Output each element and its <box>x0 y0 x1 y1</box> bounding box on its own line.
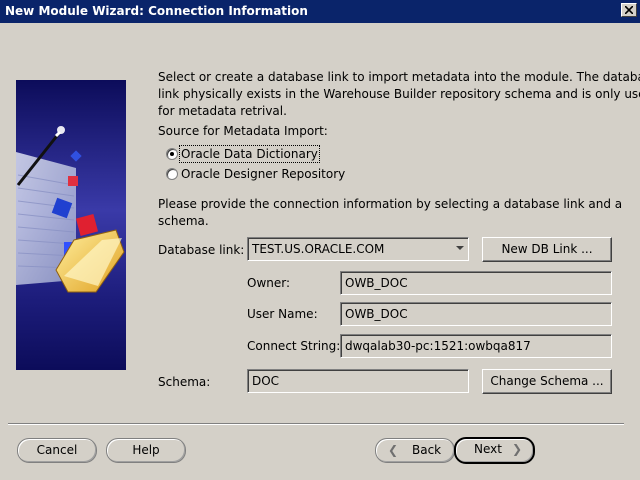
owner-field: OWB_DOC <box>340 271 612 295</box>
back-label: Back <box>412 443 442 457</box>
owner-label: Owner: <box>247 276 291 290</box>
description-line: link physically exists in the Warehouse … <box>158 87 640 101</box>
connect-string-label: Connect String: <box>247 339 341 353</box>
wizard-artwork <box>16 80 126 370</box>
back-button[interactable]: ❮ Back <box>375 438 455 463</box>
title-bar: New Module Wizard: Connection Informatio… <box>0 0 640 23</box>
radio-label: Oracle Data Dictionary <box>179 145 320 163</box>
chevron-right-icon: ❯ <box>512 442 523 456</box>
description-line: Select or create a database link to impo… <box>158 70 640 84</box>
change-schema-button[interactable]: Change Schema ... <box>482 369 612 394</box>
instruction-line: schema. <box>158 214 209 228</box>
next-label: Next <box>474 442 502 456</box>
description-line: for metadata retrival. <box>158 104 287 118</box>
wizard-description: Select or create a database link to impo… <box>158 69 640 120</box>
new-db-link-button[interactable]: New DB Link ... <box>482 237 612 262</box>
radio-button[interactable] <box>166 168 178 180</box>
user-name-label: User Name: <box>247 307 318 321</box>
source-label: Source for Metadata Import: <box>158 124 328 138</box>
window-title: New Module Wizard: Connection Informatio… <box>5 4 308 18</box>
schema-field[interactable]: DOC <box>247 369 469 393</box>
cancel-button[interactable]: Cancel <box>17 438 97 463</box>
chevron-left-icon: ❮ <box>388 443 399 457</box>
next-button[interactable]: Next ❯ <box>454 437 535 464</box>
instruction-line: Please provide the connection informatio… <box>158 197 623 211</box>
user-name-field: OWB_DOC <box>340 302 612 326</box>
close-icon <box>625 6 633 14</box>
database-link-value: TEST.US.ORACLE.COM <box>252 242 385 256</box>
radio-button[interactable] <box>166 148 178 160</box>
radio-label: Oracle Designer Repository <box>181 167 346 181</box>
database-link-label: Database link: <box>158 243 245 257</box>
chevron-down-icon[interactable] <box>456 246 464 250</box>
connect-string-field: dwqalab30-pc:1521:owbqa817 <box>340 334 612 358</box>
help-button[interactable]: Help <box>106 438 186 463</box>
footer-separator <box>8 423 624 425</box>
radio-selected-dot <box>170 152 174 156</box>
connection-instructions: Please provide the connection informatio… <box>158 196 622 230</box>
database-link-select[interactable]: TEST.US.ORACLE.COM <box>247 237 469 261</box>
close-button[interactable] <box>621 3 637 17</box>
schema-label: Schema: <box>158 375 211 389</box>
